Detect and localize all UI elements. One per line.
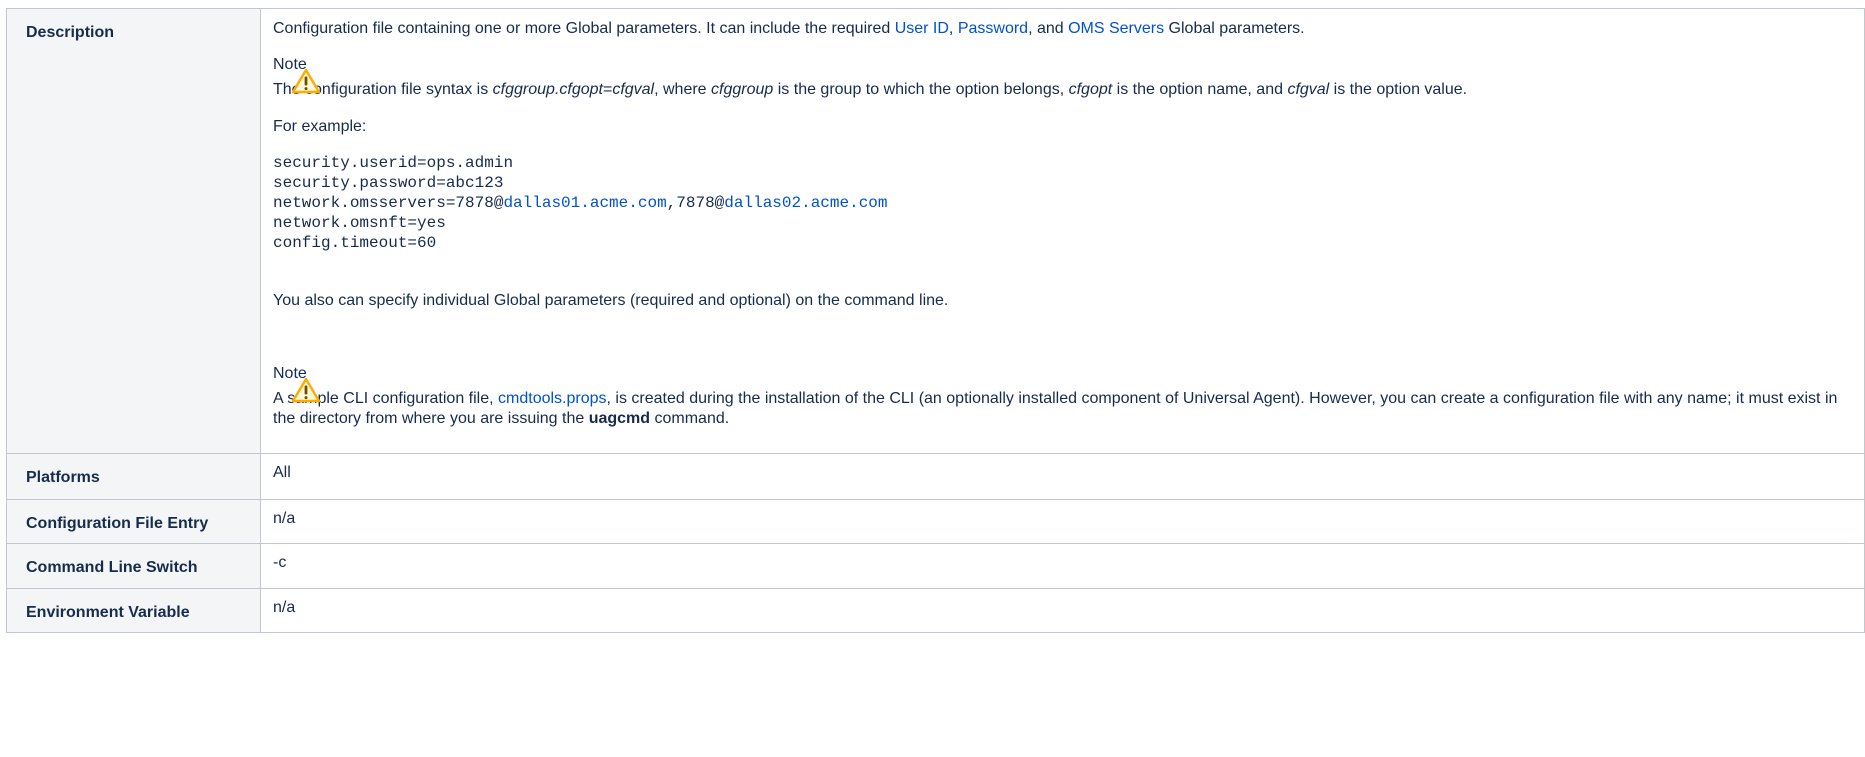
- note-body: The configuration file syntax is cfggrou…: [273, 81, 1468, 98]
- parameter-table: Description Configuration file containin…: [6, 8, 1865, 633]
- oms-servers-link[interactable]: OMS Servers: [1068, 20, 1164, 37]
- row-value-environment-variable: n/a: [260, 588, 1865, 633]
- example-label: For example:: [273, 118, 367, 135]
- row-label-command-line-switch: Command Line Switch: [6, 543, 261, 589]
- password-link[interactable]: Password: [958, 20, 1028, 37]
- row-label-platforms: Platforms: [6, 453, 261, 500]
- dallas01-link[interactable]: dallas01.acme.com: [503, 194, 666, 212]
- row-label-description: Description: [6, 8, 261, 454]
- row-config-file-entry: Configuration File Entry n/a: [6, 499, 1865, 544]
- row-label-config-file-entry: Configuration File Entry: [6, 499, 261, 544]
- row-command-line-switch: Command Line Switch -c: [6, 543, 1865, 589]
- row-platforms: Platforms All: [6, 453, 1865, 500]
- row-value-command-line-switch: -c: [260, 543, 1865, 589]
- description-cell: Configuration file containing one or mor…: [260, 8, 1865, 454]
- note-title: Note: [273, 56, 307, 73]
- row-description: Description Configuration file containin…: [6, 8, 1865, 454]
- row-label-environment-variable: Environment Variable: [6, 588, 261, 633]
- description-intro: Configuration file containing one or mor…: [273, 20, 1305, 37]
- note-body: A sample CLI configuration file, cmdtool…: [273, 390, 1838, 427]
- row-value-platforms: All: [260, 453, 1865, 500]
- cmdtools-props-link[interactable]: cmdtools.props: [498, 390, 607, 407]
- code-line-omsservers: network.omsservers=7878@dallas01.acme.co…: [273, 194, 888, 212]
- user-id-link[interactable]: User ID: [895, 20, 949, 37]
- code-block: security.userid=ops.admin security.passwo…: [273, 153, 1852, 253]
- note-title: Note: [273, 365, 307, 382]
- row-value-config-file-entry: n/a: [260, 499, 1865, 544]
- row-environment-variable: Environment Variable n/a: [6, 588, 1865, 633]
- dallas02-link[interactable]: dallas02.acme.com: [724, 194, 887, 212]
- also-text: You also can specify individual Global p…: [273, 292, 949, 309]
